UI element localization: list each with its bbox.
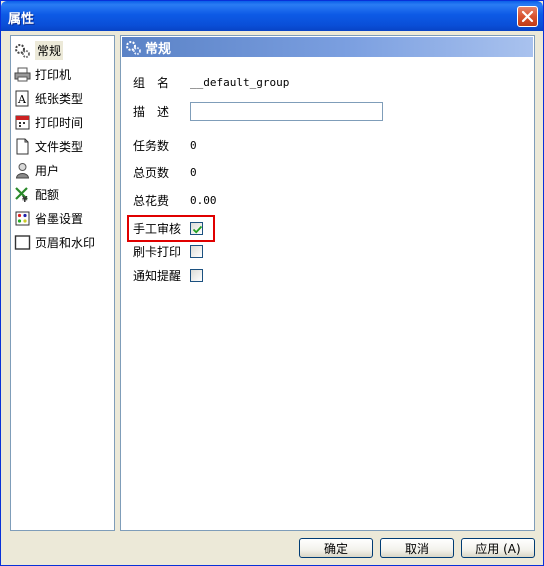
general-panel: 常规 组 名 __default_group 描 述 任务数 0 总页数 0 总… — [120, 35, 535, 531]
svg-text:A: A — [17, 93, 27, 106]
manual-review-row: 手工审核 — [133, 219, 203, 237]
notify-row: 通知提醒 — [133, 266, 203, 284]
description-input[interactable] — [190, 102, 383, 121]
panel-title: 常规 — [145, 41, 172, 57]
nav-label: 纸张类型 — [35, 91, 84, 106]
description-label: 描 述 — [133, 104, 170, 119]
nav-label: 用户 — [35, 163, 60, 178]
close-button[interactable] — [517, 6, 538, 27]
window-title: 属性 — [8, 12, 35, 27]
total-pages-row: 总页数 0 — [133, 163, 197, 181]
task-count-value: 0 — [190, 138, 197, 152]
nav-label: 省墨设置 — [35, 211, 84, 226]
nav-item-printer[interactable]: 打印机 — [14, 64, 71, 84]
gears-icon — [14, 42, 31, 59]
manual-review-checkbox[interactable] — [190, 221, 203, 235]
total-pages-label: 总页数 — [133, 165, 170, 180]
total-cost-value: 0.00 — [190, 193, 217, 207]
apply-button[interactable]: 应用 (A) — [461, 538, 535, 558]
nav-item-file-type[interactable]: 文件类型 — [14, 136, 83, 156]
task-count-row: 任务数 0 — [133, 136, 197, 154]
page-icon — [14, 234, 31, 251]
group-name-row: 组 名 __default_group — [133, 73, 289, 91]
ok-button[interactable]: 确定 — [299, 538, 373, 558]
calendar-icon — [14, 114, 31, 131]
cancel-button[interactable]: 取消 — [380, 538, 454, 558]
notify-checkbox[interactable] — [190, 268, 203, 282]
panel-header: 常规 — [122, 37, 533, 57]
description-row: 描 述 — [133, 102, 190, 120]
nav-item-paper-type[interactable]: A 纸张类型 — [14, 88, 83, 108]
group-name-label: 组 名 — [133, 75, 170, 90]
nav-label: 打印时间 — [35, 115, 84, 130]
paper-icon: A — [14, 90, 31, 107]
title-bar[interactable]: 属性 — [1, 1, 543, 31]
nav-item-user[interactable]: 用户 — [14, 160, 59, 180]
category-list[interactable]: 常规 打印机 A 纸张类型 打印时间 文件类型 用户 ¥ 配额 省墨设置 页眉和… — [10, 35, 115, 531]
svg-text:¥: ¥ — [22, 195, 28, 203]
nav-item-quota[interactable]: ¥ 配额 — [14, 184, 59, 204]
nav-label: 配额 — [35, 187, 60, 202]
file-icon — [14, 138, 31, 155]
card-print-label: 刷卡打印 — [133, 244, 182, 259]
manual-review-label: 手工审核 — [133, 221, 182, 236]
task-count-label: 任务数 — [133, 138, 170, 153]
nav-item-header-watermark[interactable]: 页眉和水印 — [14, 232, 95, 252]
checkmark-icon — [192, 225, 203, 233]
nav-item-general[interactable]: 常规 — [14, 40, 64, 60]
card-print-row: 刷卡打印 — [133, 242, 203, 260]
nav-label: 页眉和水印 — [35, 235, 96, 250]
notify-label: 通知提醒 — [133, 268, 182, 283]
total-cost-row: 总花费 0.00 — [133, 191, 217, 209]
properties-dialog: 属性 常规 打印机 A 纸张类型 打印时间 文件类型 用户 ¥ 配额 省墨设置 … — [0, 0, 544, 566]
gears-icon — [125, 39, 142, 56]
user-icon — [14, 162, 31, 179]
nav-label: 文件类型 — [35, 139, 84, 154]
nav-label: 常规 — [35, 40, 64, 60]
nav-label: 打印机 — [35, 67, 72, 82]
close-icon — [521, 10, 534, 23]
total-pages-value: 0 — [190, 165, 197, 179]
group-name-value: __default_group — [190, 75, 290, 89]
printer-icon — [14, 66, 31, 83]
nav-item-print-time[interactable]: 打印时间 — [14, 112, 83, 132]
quota-icon: ¥ — [14, 186, 31, 203]
nav-item-ink-saving[interactable]: 省墨设置 — [14, 208, 83, 228]
ink-icon — [14, 210, 31, 227]
card-print-checkbox[interactable] — [190, 244, 203, 258]
total-cost-label: 总花费 — [133, 193, 170, 208]
